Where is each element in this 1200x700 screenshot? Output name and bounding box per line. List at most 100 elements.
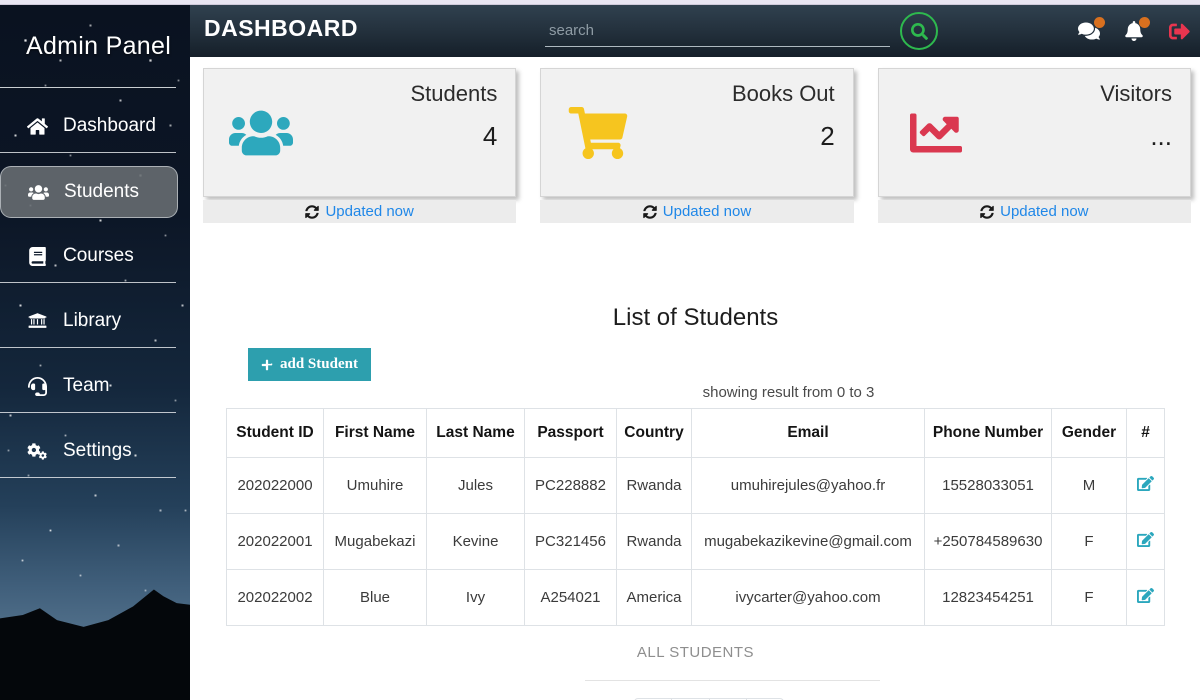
sidebar-item-label: Students [64, 181, 139, 203]
search-button[interactable] [900, 12, 938, 50]
card-footer-label: Updated now [1000, 203, 1088, 220]
sidebar-nav: Dashboard Students Courses Library Team … [0, 101, 190, 478]
card-label: Students [410, 81, 497, 107]
col-country: Country [617, 409, 692, 458]
card-footer-label: Updated now [663, 203, 751, 220]
all-students-label: ALL STUDENTS [226, 644, 1165, 661]
cell-gender: F [1052, 514, 1127, 570]
book-icon [27, 247, 48, 266]
cell-first-name: Mugabekazi [324, 514, 427, 570]
cell-country: Rwanda [617, 514, 692, 570]
edit-row-button[interactable] [1137, 587, 1154, 604]
card-label: Books Out [732, 81, 835, 107]
card-value: 4 [410, 121, 497, 152]
cell-student-id: 202022002 [227, 570, 324, 626]
sidebar-item-students[interactable]: Students [0, 166, 178, 218]
cell-last-name: Jules [427, 458, 525, 514]
edit-icon [1137, 531, 1154, 548]
cart-icon [566, 107, 630, 159]
cell-country: America [617, 570, 692, 626]
sidebar-item-label: Library [63, 310, 121, 332]
cell-last-name: Kevine [427, 514, 525, 570]
sidebar-item-courses[interactable]: Courses [0, 231, 176, 283]
col-last-name: Last Name [427, 409, 525, 458]
search-input[interactable] [545, 15, 890, 47]
divider [585, 680, 880, 681]
table-header-row: Student ID First Name Last Name Passport… [227, 409, 1165, 458]
sidebar-item-label: Dashboard [63, 115, 156, 137]
divider [0, 87, 176, 88]
sidebar-item-label: Team [63, 375, 109, 397]
refresh-icon [980, 205, 994, 219]
headset-icon [27, 377, 48, 396]
cell-phone: 12823454251 [925, 570, 1052, 626]
cell-actions [1127, 458, 1165, 514]
col-first-name: First Name [324, 409, 427, 458]
edit-row-button[interactable] [1137, 475, 1154, 492]
logout-button[interactable] [1168, 21, 1191, 42]
cell-email: umuhirejules@yahoo.fr [692, 458, 925, 514]
card-updated-link[interactable]: Updated now [540, 200, 853, 223]
gears-icon [27, 442, 48, 461]
messages-badge [1094, 17, 1105, 28]
edit-icon [1137, 587, 1154, 604]
card-visitors: Visitors ... [878, 68, 1191, 197]
cell-passport: A254021 [525, 570, 617, 626]
col-student-id: Student ID [227, 409, 324, 458]
users-icon [28, 183, 49, 202]
chart-line-icon [904, 107, 968, 159]
cell-passport: PC321456 [525, 514, 617, 570]
app-title: Admin Panel [26, 32, 190, 61]
cell-actions [1127, 514, 1165, 570]
col-email: Email [692, 409, 925, 458]
col-actions: # [1127, 409, 1165, 458]
students-section: List of Students add Student showing res… [190, 223, 1200, 700]
col-phone: Phone Number [925, 409, 1052, 458]
col-gender: Gender [1052, 409, 1127, 458]
notifications-button[interactable] [1123, 21, 1145, 41]
cell-passport: PC228882 [525, 458, 617, 514]
university-icon [27, 312, 48, 331]
cell-gender: F [1052, 570, 1127, 626]
page-title: DASHBOARD [204, 15, 358, 42]
table-row: 202022002 Blue Ivy A254021 America ivyca… [227, 570, 1165, 626]
sidebar-item-library[interactable]: Library [0, 296, 176, 348]
card-books-out: Books Out 2 [540, 68, 853, 197]
plus-icon [261, 359, 273, 371]
add-student-label: add Student [280, 356, 358, 373]
cell-student-id: 202022001 [227, 514, 324, 570]
edit-row-button[interactable] [1137, 531, 1154, 548]
stat-cards: Students 4 Updated now Books Out 2 [190, 57, 1200, 223]
add-student-button[interactable]: add Student [248, 348, 371, 381]
cell-email: ivycarter@yahoo.com [692, 570, 925, 626]
starry-sky-background [0, 5, 1, 6]
cell-first-name: Blue [324, 570, 427, 626]
refresh-icon [643, 205, 657, 219]
card-footer-label: Updated now [325, 203, 413, 220]
sidebar-item-team[interactable]: Team [0, 361, 176, 413]
cell-phone: +250784589630 [925, 514, 1052, 570]
cell-last-name: Ivy [427, 570, 525, 626]
messages-button[interactable] [1078, 21, 1100, 41]
cell-gender: M [1052, 458, 1127, 514]
table-row: 202022000 Umuhire Jules PC228882 Rwanda … [227, 458, 1165, 514]
cell-student-id: 202022000 [227, 458, 324, 514]
card-label: Visitors [1100, 81, 1172, 107]
cell-actions [1127, 570, 1165, 626]
users-icon [229, 107, 293, 159]
card-updated-link[interactable]: Updated now [203, 200, 516, 223]
students-table: Student ID First Name Last Name Passport… [226, 408, 1165, 626]
search-area [545, 5, 938, 57]
list-heading: List of Students [226, 304, 1165, 332]
card-updated-link[interactable]: Updated now [878, 200, 1191, 223]
home-icon [27, 117, 48, 136]
sidebar-item-dashboard[interactable]: Dashboard [0, 101, 176, 153]
card-students: Students 4 [203, 68, 516, 197]
table-row: 202022001 Mugabekazi Kevine PC321456 Rwa… [227, 514, 1165, 570]
notifications-badge [1139, 17, 1150, 28]
showing-result-text: showing result from 0 to 3 [319, 384, 1200, 401]
edit-icon [1137, 475, 1154, 492]
sidebar-item-settings[interactable]: Settings [0, 426, 176, 478]
cell-country: Rwanda [617, 458, 692, 514]
col-passport: Passport [525, 409, 617, 458]
